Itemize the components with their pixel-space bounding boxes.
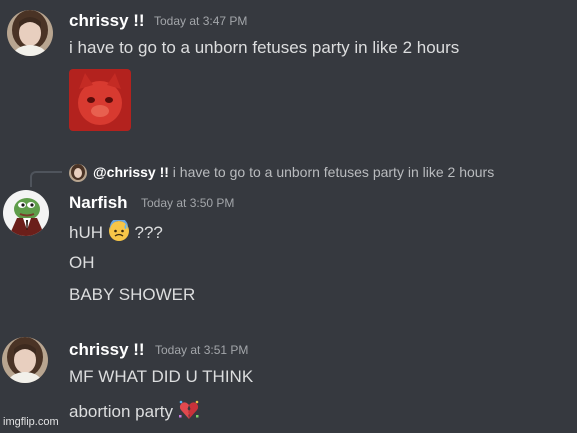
anxious-face-with-sweat-icon xyxy=(108,220,129,241)
message-text: BABY SHOWER xyxy=(69,285,196,304)
message-timestamp: Today at 3:51 PM xyxy=(155,343,249,357)
message-text: abortion party xyxy=(69,402,173,421)
message-author[interactable]: chrissy !! xyxy=(69,340,145,360)
reply-reference[interactable]: @chrissy !! i have to go to a unborn fet… xyxy=(93,164,494,180)
message-text-row: abortion party xyxy=(69,399,200,422)
chrissy-avatar[interactable] xyxy=(7,10,53,56)
message-timestamp: Today at 3:47 PM xyxy=(154,14,248,28)
message-text: MF WHAT DID U THINK xyxy=(69,367,254,386)
narfish-avatar[interactable] xyxy=(3,190,49,236)
chrissy-avatar[interactable] xyxy=(2,337,48,383)
message-text: OH xyxy=(69,253,95,272)
reply-author-avatar[interactable] xyxy=(69,164,87,182)
message-author[interactable]: Narfish xyxy=(69,193,128,213)
red-cat-image xyxy=(69,69,131,131)
reply-connector xyxy=(30,171,62,187)
message-text-row: hUH ??? xyxy=(69,220,163,243)
reply-snippet: i have to go to a unborn fetuses party i… xyxy=(172,164,495,180)
chat-window: chrissy !! Today at 3:47 PM i have to go… xyxy=(0,0,577,433)
image-attachment[interactable] xyxy=(69,69,131,131)
reply-mention[interactable]: @chrissy !! xyxy=(93,164,169,180)
message-text: ??? xyxy=(134,223,163,242)
message-text: i have to go to a unborn fetuses party i… xyxy=(69,38,460,57)
watermark: imgflip.com xyxy=(3,416,59,428)
message-text: hUH xyxy=(69,223,104,242)
message-author[interactable]: chrissy !! xyxy=(69,11,145,31)
broken-heart-party-icon xyxy=(178,400,199,419)
message-timestamp: Today at 3:50 PM xyxy=(141,196,235,210)
